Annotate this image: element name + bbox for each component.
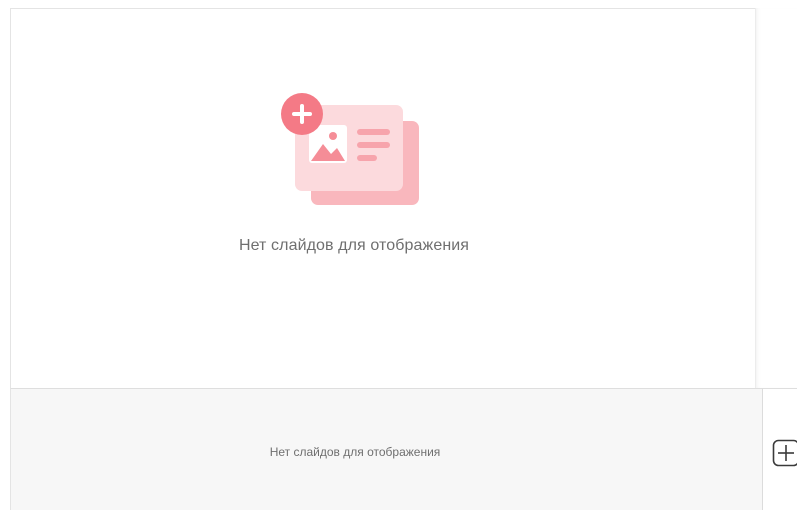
thumbnails-empty-message: Нет слайдов для отображения — [11, 445, 699, 459]
add-square-icon — [774, 441, 797, 466]
slides-editor: Нет слайдов для отображения Нет слайдов … — [0, 0, 797, 509]
add-slide-illustration-icon — [281, 93, 421, 207]
thumbnails-actions — [762, 388, 797, 510]
slide-canvas-area: Нет слайдов для отображения — [10, 8, 755, 389]
add-slide-button[interactable] — [772, 439, 797, 467]
empty-state-message: Нет слайдов для отображения — [11, 237, 697, 255]
slide-thumbnails-panel: Нет слайдов для отображения — [10, 388, 763, 510]
side-panel — [755, 8, 797, 388]
